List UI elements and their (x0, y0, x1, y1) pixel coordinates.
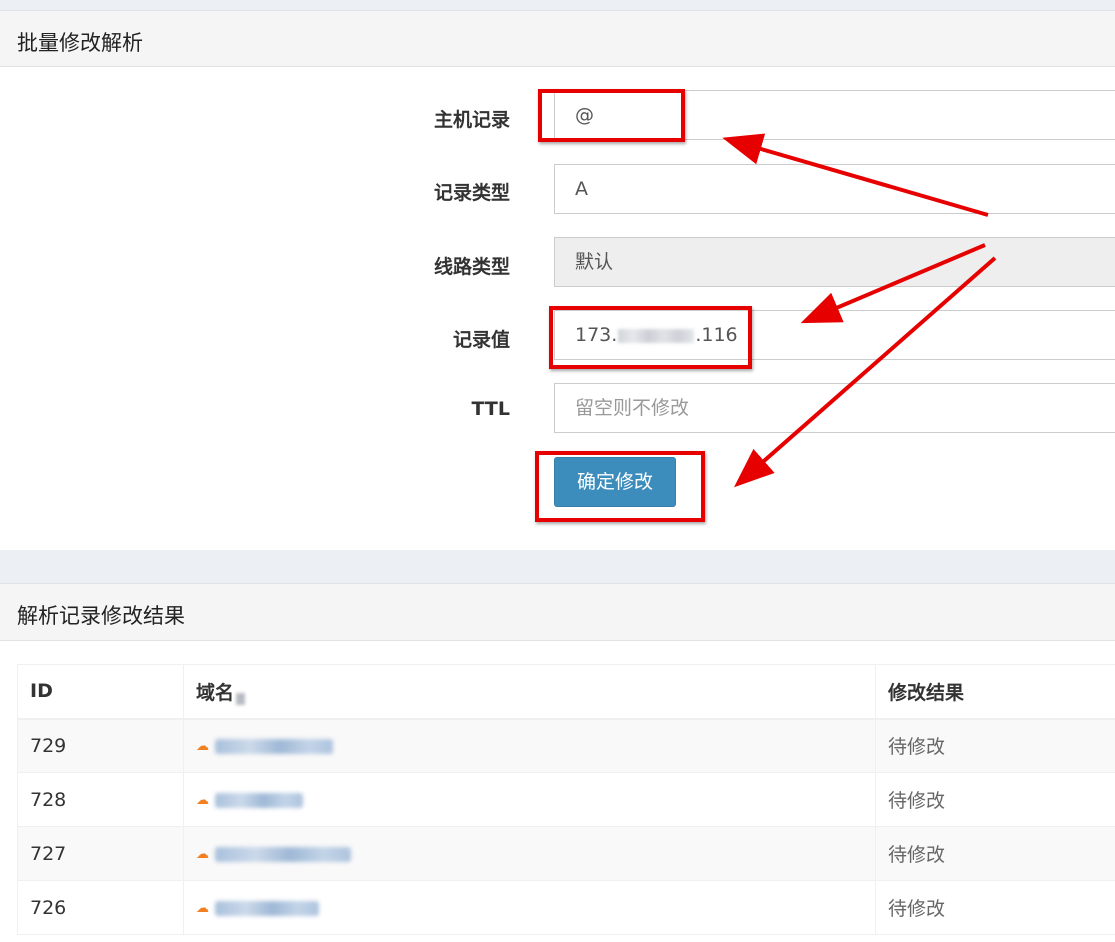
arrow-to-record-value (800, 243, 986, 324)
annotation-arrows (722, 133, 997, 488)
arrow-to-host-record (722, 133, 989, 217)
arrow-to-confirm-button (733, 256, 997, 488)
